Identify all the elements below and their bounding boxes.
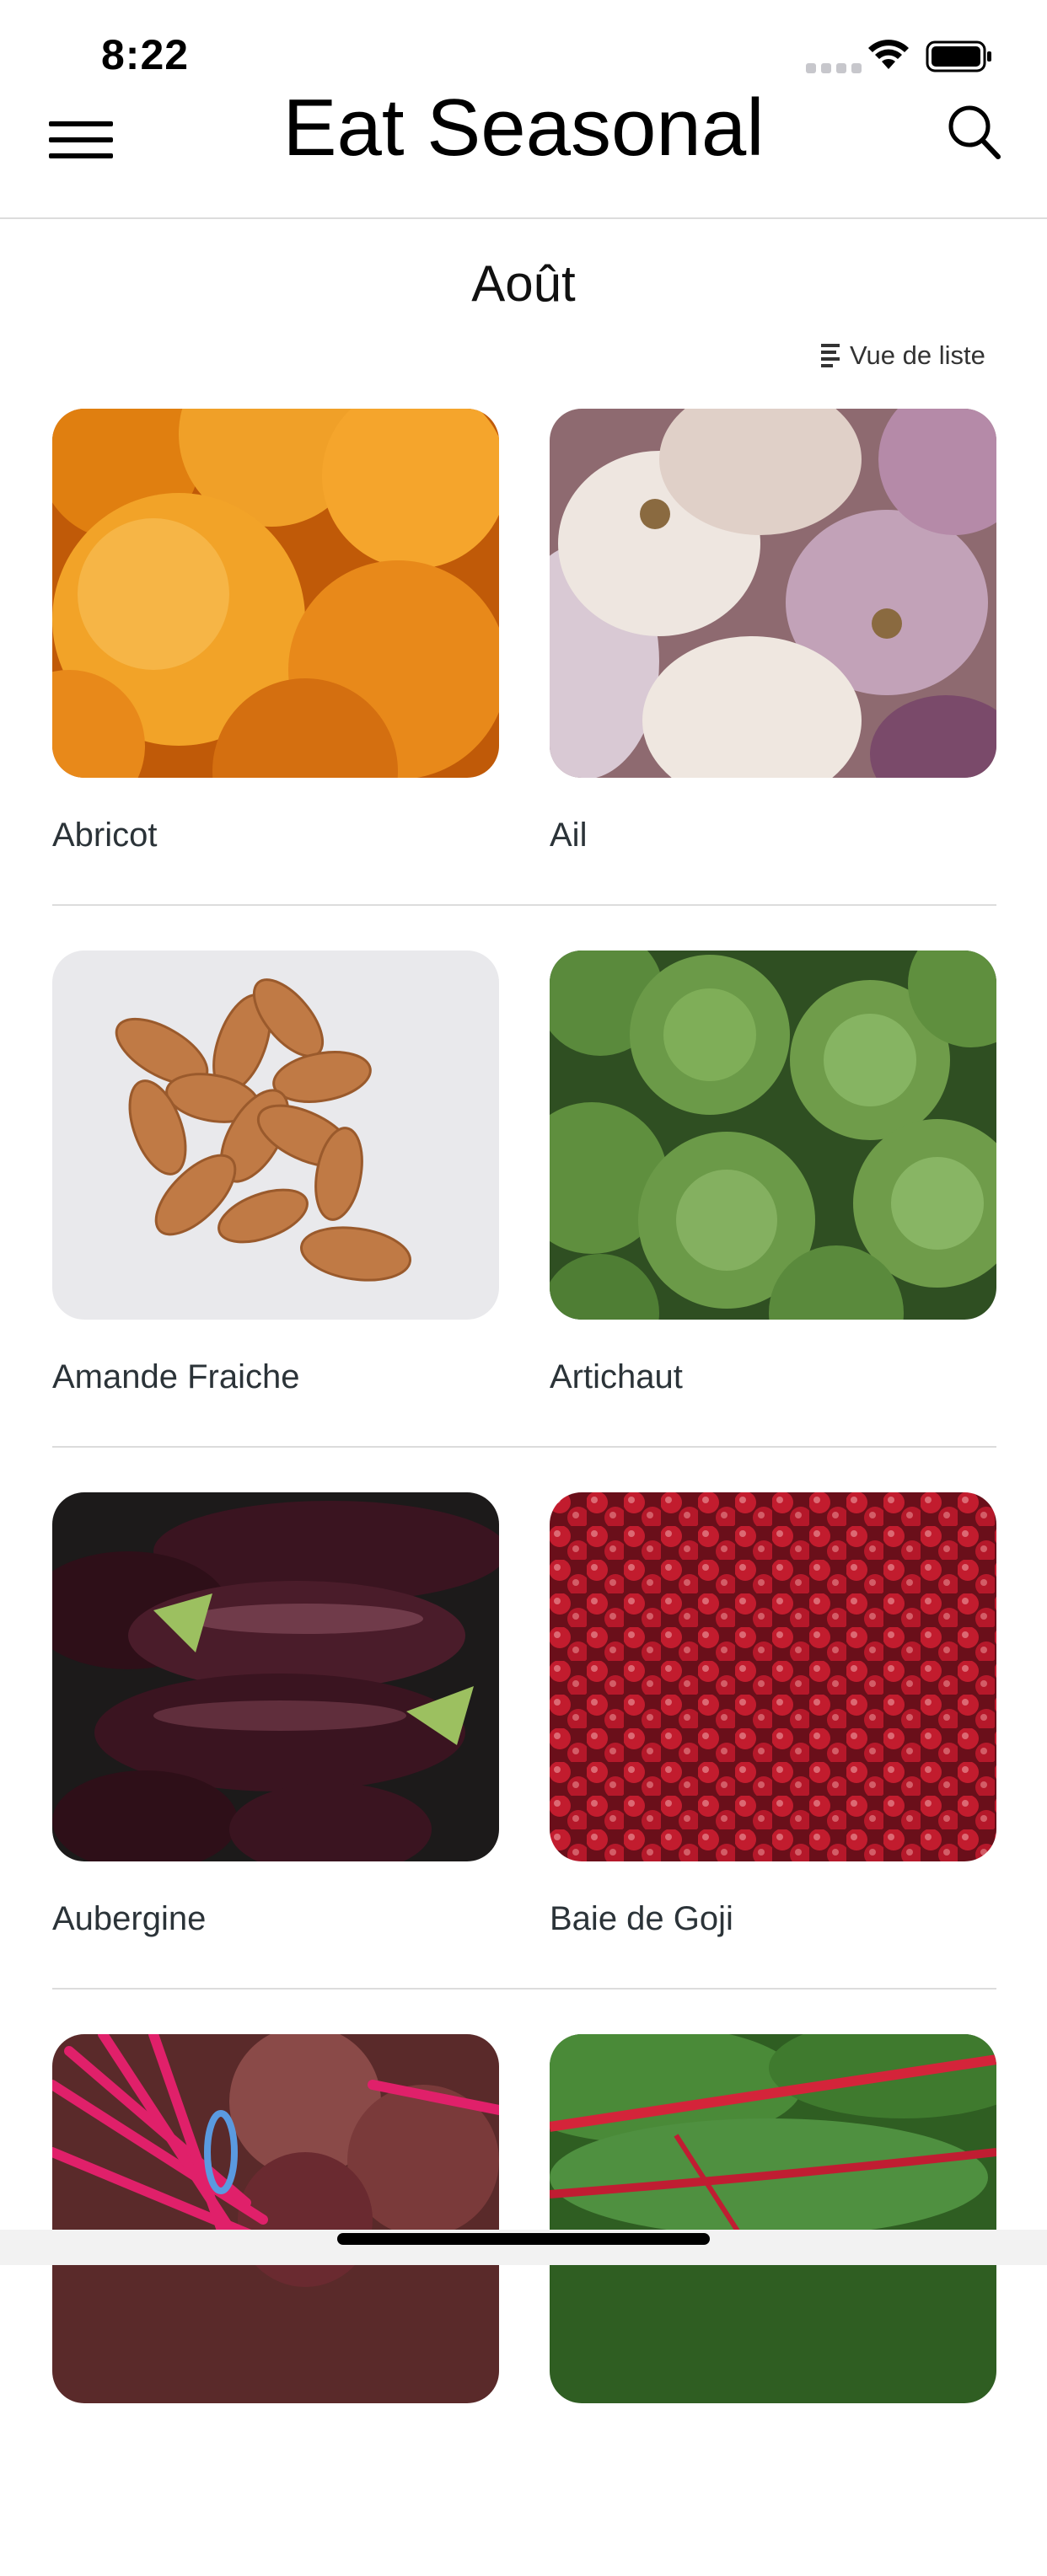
produce-name: Artichaut (550, 1358, 683, 1395)
produce-name: Abricot (52, 817, 158, 854)
almond-photo (52, 951, 499, 1320)
row-divider (52, 1446, 996, 1448)
row-divider (52, 904, 996, 906)
grid-row: Abricot Ail (52, 409, 996, 951)
produce-card-chard[interactable] (550, 2034, 996, 2403)
produce-name: Aubergine (52, 1900, 207, 1937)
home-indicator[interactable] (337, 2233, 710, 2245)
produce-card-artichaut[interactable]: Artichaut (550, 951, 996, 1396)
row-divider (52, 1988, 996, 1990)
goji-berry-photo (550, 1492, 996, 1861)
produce-card-ail[interactable]: Ail (550, 409, 996, 854)
app-header: Eat Seasonal (0, 84, 1047, 219)
eggplant-photo (52, 1492, 499, 1861)
produce-card-amande-fraiche[interactable]: Amande Fraiche (52, 951, 499, 1396)
cellular-signal-icon (806, 63, 862, 73)
garlic-photo (550, 409, 996, 778)
grid-row (52, 2034, 996, 2576)
produce-card-baie-de-goji[interactable]: Baie de Goji (550, 1492, 996, 1938)
produce-name: Ail (550, 817, 588, 854)
produce-name: Baie de Goji (550, 1900, 733, 1937)
battery-icon (926, 40, 991, 72)
produce-name: Amande Fraiche (52, 1358, 300, 1395)
list-view-toggle[interactable]: Vue de liste (821, 337, 985, 374)
wifi-icon (868, 40, 909, 69)
artichoke-photo (550, 951, 996, 1320)
list-icon (821, 344, 840, 367)
apricot-photo (52, 409, 499, 778)
grid-row: Aubergine Baie de Goji (52, 1492, 996, 2034)
produce-card-aubergine[interactable]: Aubergine (52, 1492, 499, 1938)
month-title: Août (471, 255, 576, 312)
produce-card-abricot[interactable]: Abricot (52, 409, 499, 854)
grid-row: Amande Fraiche Artichaut (52, 951, 996, 1492)
produce-card-beetroot[interactable] (52, 2034, 499, 2403)
search-icon[interactable] (944, 101, 1003, 162)
status-time: 8:22 (101, 31, 190, 78)
list-view-label: Vue de liste (850, 340, 985, 370)
beetroot-photo (52, 2034, 499, 2403)
app-title: Eat Seasonal (282, 83, 765, 173)
chard-photo (550, 2034, 996, 2403)
